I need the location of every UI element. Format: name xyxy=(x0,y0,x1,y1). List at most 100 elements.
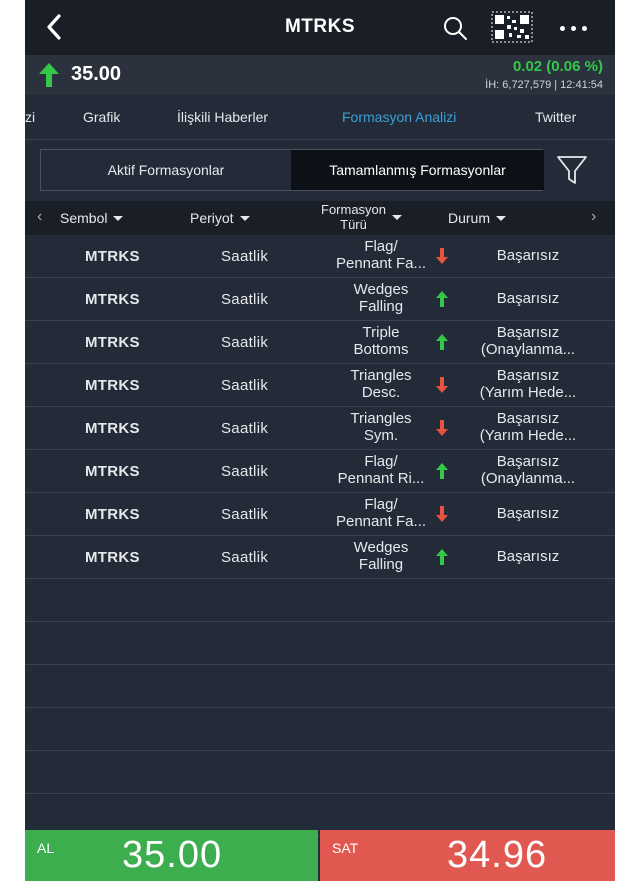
column-symbol[interactable]: Sembol xyxy=(60,210,124,226)
search-button[interactable] xyxy=(441,14,469,42)
completed-formations-button[interactable]: Tamamlanmış Formasyonlar xyxy=(291,150,544,190)
filter-button[interactable] xyxy=(555,152,589,188)
row-period: Saatlik xyxy=(221,463,269,480)
row-formation-type-line2: Falling xyxy=(358,298,404,315)
row-formation-type-line1: Flag/ xyxy=(364,453,398,470)
column-status-label: Durum xyxy=(448,210,491,226)
column-formation-type[interactable]: Formasyon Türü xyxy=(321,202,403,232)
chevron-left-icon[interactable]: ‹ xyxy=(37,208,42,226)
row-status-line1: Başarısız xyxy=(496,247,560,264)
row-formation-type: Triangles Desc. xyxy=(312,367,450,401)
row-formation-type-line1: Flag/ xyxy=(364,496,398,513)
arrow-up-icon xyxy=(39,63,59,87)
row-period: Saatlik xyxy=(221,549,269,566)
arrow-up-icon xyxy=(436,291,448,307)
row-formation-type: Wedges Falling xyxy=(312,539,450,573)
row-formation-type-line1: Flag/ xyxy=(364,238,398,255)
tab-iliskili-haberler[interactable]: İlişkili Haberler xyxy=(177,109,268,125)
row-period: Saatlik xyxy=(221,334,269,351)
arrow-down-icon xyxy=(436,420,448,436)
table-row[interactable]: MTRKS Saatlik Flag/Pennant Fa... Başarısız xyxy=(25,235,615,278)
row-status-line2: (Onaylanma... xyxy=(480,341,576,358)
tab-analizi[interactable]: zi xyxy=(25,109,35,125)
arrow-down-icon xyxy=(436,506,448,522)
table-row[interactable]: MTRKS Saatlik Triangles Desc. Başarısız (Yarı… xyxy=(25,364,615,407)
column-formation-type-line1: Formasyon xyxy=(321,202,387,217)
table-row[interactable]: MTRKS Saatlik Triangles Sym. Başarısız (Yarım… xyxy=(25,407,615,450)
sell-button[interactable]: SAT 34.96 xyxy=(320,830,615,881)
row-status: Başarısız (Onaylanma... xyxy=(453,453,603,487)
app-screen: MTRKS 35.00 0.02 (0.06 %) İH: 6,727,579 … xyxy=(25,0,615,881)
row-period: Saatlik xyxy=(221,506,269,523)
empty-table-row xyxy=(25,751,615,794)
row-symbol: MTRKS xyxy=(85,549,140,566)
row-formation-type-line1: Wedges xyxy=(353,539,409,556)
buy-button[interactable]: AL 35.00 xyxy=(25,830,318,881)
volume-and-time: İH: 6,727,579 | 12:41:54 xyxy=(485,79,603,91)
caret-down-icon xyxy=(239,215,250,221)
row-formation-type-line2: Bottoms xyxy=(353,341,409,358)
row-status-line1: Başarısız xyxy=(496,410,560,427)
row-status: Başarısız xyxy=(453,247,603,264)
row-formation-type: Wedges Falling xyxy=(312,281,450,315)
search-icon xyxy=(444,17,467,40)
row-status: Başarısız xyxy=(453,548,603,565)
tab-twitter[interactable]: Twitter xyxy=(535,109,576,125)
table-header: ‹ Sembol Periyot Formasyon Türü Durum › xyxy=(25,201,615,235)
row-formation-type: Triangles Sym. xyxy=(312,410,450,444)
row-status-line1: Başarısız xyxy=(496,548,560,565)
sell-label: SAT xyxy=(332,840,359,856)
table-row[interactable]: MTRKS Saatlik Flag/Pennant Ri... Başarısız(… xyxy=(25,450,615,493)
price-summary-bar: 35.00 0.02 (0.06 %) İH: 6,727,579 | 12:4… xyxy=(25,55,615,95)
column-status[interactable]: Durum xyxy=(448,210,507,226)
table-row[interactable]: MTRKS Saatlik Triple Bottoms Başarısız (Onayl… xyxy=(25,321,615,364)
row-symbol: MTRKS xyxy=(85,506,140,523)
row-formation-type: Flag/Pennant Fa... xyxy=(312,496,450,530)
row-formation-type: Flag/Pennant Ri... xyxy=(312,453,450,487)
tab-formasyon-analizi[interactable]: Formasyon Analizi xyxy=(342,109,456,125)
column-formation-type-line2: Türü xyxy=(340,217,367,232)
chevron-right-icon[interactable]: › xyxy=(591,208,596,226)
top-navigation-bar: MTRKS xyxy=(25,0,615,55)
caret-down-icon xyxy=(392,214,403,220)
caret-down-icon xyxy=(113,215,124,221)
filter-icon xyxy=(557,156,587,184)
arrow-up-icon xyxy=(436,463,448,479)
dot-icon xyxy=(559,25,565,31)
more-options-button[interactable] xyxy=(553,14,593,42)
qr-code-button[interactable] xyxy=(491,11,533,43)
table-row[interactable]: MTRKS Saatlik Flag/Pennant Fa... Başarısız xyxy=(25,493,615,536)
row-formation-type-line2: Pennant Fa... xyxy=(335,513,427,530)
buy-price: 35.00 xyxy=(122,834,223,876)
row-period: Saatlik xyxy=(221,420,269,437)
tab-grafik[interactable]: Grafik xyxy=(83,109,120,125)
row-formation-type-line2: Pennant Ri... xyxy=(337,470,425,487)
active-formations-button[interactable]: Aktif Formasyonlar xyxy=(41,150,291,190)
row-symbol: MTRKS xyxy=(85,334,140,351)
row-status: Başarısız (Yarım Hede... xyxy=(453,367,603,401)
row-formation-type-line2: Falling xyxy=(358,556,404,573)
row-status: Başarısız xyxy=(453,505,603,522)
formation-table-body: MTRKS Saatlik Flag/Pennant Fa... Başarısız M… xyxy=(25,235,615,837)
arrow-up-icon xyxy=(436,549,448,565)
price-change: 0.02 (0.06 %) xyxy=(512,58,603,75)
row-status: Başarısız (Yarım Hede... xyxy=(453,410,603,444)
arrow-up-icon xyxy=(436,334,448,350)
table-row[interactable]: MTRKS Saatlik Wedges Falling Başarısız xyxy=(25,536,615,579)
row-status-line1: Başarısız xyxy=(496,324,560,341)
row-formation-type-line2: Desc. xyxy=(361,384,401,401)
row-status-line2: (Onaylanma... xyxy=(480,470,576,487)
column-period[interactable]: Periyot xyxy=(190,210,250,226)
row-period: Saatlik xyxy=(221,291,269,308)
column-formation-type-label: Formasyon Türü xyxy=(321,202,386,232)
row-symbol: MTRKS xyxy=(85,463,140,480)
arrow-down-icon xyxy=(436,377,448,393)
column-period-label: Periyot xyxy=(190,210,234,226)
row-formation-type: Flag/Pennant Fa... xyxy=(312,238,450,272)
sell-price: 34.96 xyxy=(447,834,548,876)
arrow-down-icon xyxy=(436,248,448,264)
row-symbol: MTRKS xyxy=(85,420,140,437)
table-row[interactable]: MTRKS Saatlik Wedges Falling Başarısız xyxy=(25,278,615,321)
row-status-line2: (Yarım Hede... xyxy=(479,427,577,444)
row-period: Saatlik xyxy=(221,377,269,394)
